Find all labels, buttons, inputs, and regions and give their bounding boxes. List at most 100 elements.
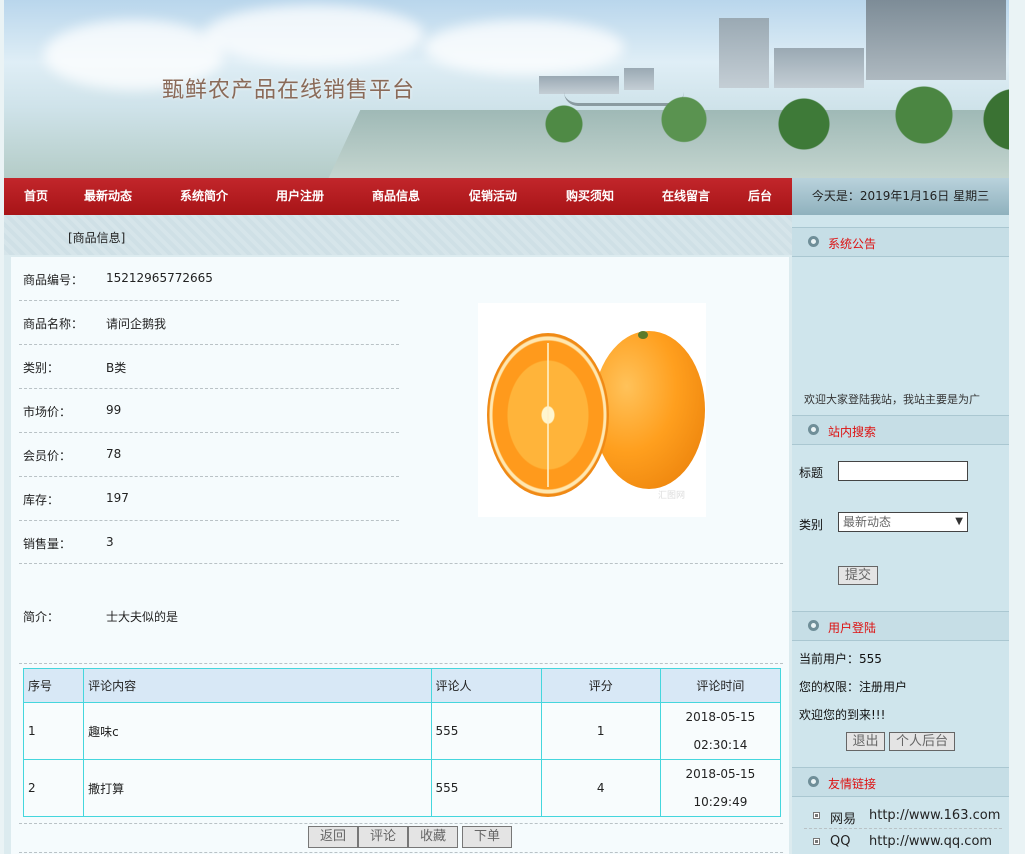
- link-url[interactable]: http://www.163.com: [869, 808, 1000, 823]
- field-value: 15212965772665: [106, 271, 213, 285]
- bullet-square-icon: [813, 838, 820, 845]
- field-label: 会员价：: [23, 449, 72, 463]
- search-submit-button[interactable]: 提交: [838, 566, 878, 585]
- field-value: 99: [106, 403, 122, 417]
- current-user: 当前用户：555: [799, 652, 882, 666]
- search-title-input[interactable]: [838, 461, 968, 481]
- links-header: 友情链接: [792, 767, 1009, 797]
- nav-purchase-notice[interactable]: 购买须知: [566, 178, 614, 215]
- field-value: 197: [106, 491, 129, 505]
- comments-table: 序号 评论内容 评论人 评分 评论时间 1 趣味c 555 1 2018-05-…: [22, 668, 782, 817]
- date-display: 今天是：2019年1月16日 星期三: [792, 178, 1009, 215]
- friend-link[interactable]: QQ http://www.qq.com: [804, 829, 1002, 854]
- cell-content: 趣味c: [83, 702, 432, 760]
- col-header-score: 评分: [540, 668, 661, 703]
- product-image: 汇图网: [478, 303, 706, 517]
- notice-title: 系统公告: [828, 237, 877, 251]
- bullet-icon: [808, 236, 819, 247]
- search-title: 站内搜索: [828, 425, 877, 439]
- cell-score: 1: [540, 702, 661, 760]
- sidebar: 系统公告 欢迎大家登陆我站，我站主要是为广 站内搜索 标题 类别 最新动态 ▼ …: [792, 215, 1009, 854]
- field-label: 销售量：: [23, 537, 72, 551]
- main-panel: [商品信息] 商品编号： 15212965772665 商品名称： 请问企鹅我 …: [4, 215, 792, 854]
- field-product-name: 商品名称： 请问企鹅我: [19, 301, 399, 345]
- field-label: 类别：: [23, 361, 60, 375]
- table-header-row: 序号 评论内容 评论人 评分 评论时间: [22, 668, 782, 703]
- image-watermark: 汇图网: [658, 491, 686, 501]
- cell-user: 555: [430, 759, 542, 817]
- order-button[interactable]: 下单: [462, 826, 512, 848]
- cell-date: 2018-05-15: [685, 767, 756, 781]
- table-row: 2 撒打算 555 4 2018-05-15 10:29:49: [22, 759, 782, 817]
- orange-whole-image: [593, 331, 705, 489]
- search-category-select[interactable]: 最新动态 ▼: [838, 512, 968, 532]
- cell-time: 2018-05-15 02:30:14: [659, 702, 782, 760]
- main-nav: 首页 最新动态 系统简介 用户注册 商品信息 促销活动 购买须知 在线留言 后台: [4, 178, 792, 215]
- nav-about[interactable]: 系统简介: [180, 178, 228, 215]
- logout-button[interactable]: 退出: [846, 732, 885, 751]
- login-title: 用户登陆: [828, 621, 877, 635]
- bullet-icon: [808, 424, 819, 435]
- breadcrumb: [商品信息]: [68, 231, 126, 245]
- bullet-icon: [808, 620, 819, 631]
- action-bar: 返回 评论 收藏 下单: [19, 823, 783, 853]
- col-header-content: 评论内容: [83, 668, 432, 703]
- nav-news[interactable]: 最新动态: [84, 178, 132, 215]
- col-header-time: 评论时间: [659, 668, 782, 703]
- field-category: 类别： B类: [19, 345, 399, 389]
- field-sales: 销售量： 3: [19, 521, 399, 565]
- intro-value: 士大夫似的是: [106, 610, 179, 624]
- table-row: 1 趣味c 555 1 2018-05-15 02:30:14: [22, 702, 782, 760]
- nav-home[interactable]: 首页: [24, 178, 48, 215]
- field-value: 3: [106, 535, 114, 549]
- friend-link[interactable]: 网易 http://www.163.com: [804, 803, 1002, 829]
- favorite-button[interactable]: 收藏: [408, 826, 458, 848]
- login-header: 用户登陆: [792, 611, 1009, 641]
- divider: [19, 663, 783, 664]
- field-value: B类: [106, 361, 127, 375]
- search-header: 站内搜索: [792, 415, 1009, 445]
- field-market-price: 市场价： 99: [19, 389, 399, 433]
- nav-admin[interactable]: 后台: [748, 178, 772, 215]
- field-value: 请问企鹅我: [106, 317, 167, 331]
- field-label: 库存：: [23, 493, 60, 507]
- cell-no: 1: [22, 702, 85, 760]
- header-banner: 甄鲜农产品在线销售平台: [4, 0, 1009, 178]
- cell-time: 2018-05-15 10:29:49: [659, 759, 782, 817]
- field-product-id: 商品编号： 15212965772665: [19, 257, 399, 301]
- nav-promotions[interactable]: 促销活动: [469, 178, 517, 215]
- personal-center-button[interactable]: 个人后台: [889, 732, 955, 751]
- nav-message[interactable]: 在线留言: [662, 178, 710, 215]
- orange-stem: [638, 331, 648, 339]
- link-name[interactable]: 网易: [830, 808, 856, 827]
- comment-button[interactable]: 评论: [358, 826, 408, 848]
- back-button[interactable]: 返回: [308, 826, 358, 848]
- col-header-user: 评论人: [430, 668, 542, 703]
- search-category-label: 类别: [799, 518, 824, 532]
- field-label: 市场价：: [23, 405, 72, 419]
- bullet-square-icon: [813, 812, 820, 819]
- col-header-no: 序号: [22, 668, 85, 703]
- field-label: 商品编号：: [23, 273, 84, 287]
- cell-clock: 02:30:14: [693, 738, 748, 752]
- divider: [19, 563, 783, 564]
- cell-score: 4: [540, 759, 661, 817]
- cell-date: 2018-05-15: [685, 710, 756, 724]
- search-title-label: 标题: [799, 466, 824, 480]
- notice-header: 系统公告: [792, 227, 1009, 257]
- links-title: 友情链接: [828, 777, 877, 791]
- nav-products[interactable]: 商品信息: [372, 178, 420, 215]
- orange-half-image: [487, 333, 609, 497]
- link-name[interactable]: QQ: [830, 834, 850, 849]
- cell-content: 撒打算: [83, 759, 432, 817]
- selected-option: 最新动态: [843, 515, 892, 529]
- cell-clock: 10:29:49: [693, 795, 748, 809]
- product-detail: 商品编号： 15212965772665 商品名称： 请问企鹅我 类别： B类 …: [11, 257, 789, 854]
- nav-register[interactable]: 用户注册: [276, 178, 324, 215]
- link-url[interactable]: http://www.qq.com: [869, 834, 992, 849]
- field-label: 商品名称：: [23, 317, 84, 331]
- welcome-text: 欢迎您的到来!!!: [799, 708, 886, 722]
- field-member-price: 会员价： 78: [19, 433, 399, 477]
- field-value: 78: [106, 447, 122, 461]
- field-stock: 库存： 197: [19, 477, 399, 521]
